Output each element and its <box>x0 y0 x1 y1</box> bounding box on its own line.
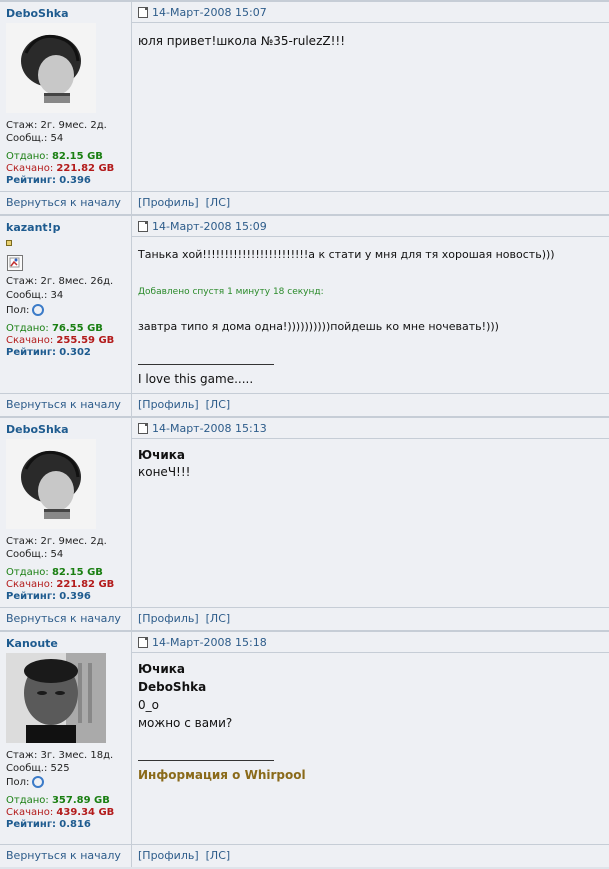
male-icon <box>32 776 45 788</box>
post-header: 14-Март-2008 15:09 <box>132 216 609 237</box>
post-header: 14-Март-2008 15:07 <box>132 2 609 23</box>
profile-links: [Профиль] [ЛС] <box>138 849 230 862</box>
uploaded: Отдано: 82.15 GB <box>6 567 103 578</box>
divider <box>131 608 132 630</box>
post-footer: Вернуться к началу [Профиль] [ЛС] <box>0 393 609 416</box>
back-to-top-link[interactable]: Вернуться к началу <box>6 398 121 411</box>
author-name[interactable]: DeboShka <box>6 7 69 20</box>
quoted-user: Ючика <box>138 662 185 676</box>
post-date[interactable]: 14-Март-2008 15:13 <box>152 422 267 435</box>
profile-links: [Профиль] [ЛС] <box>138 398 230 411</box>
back-to-top-link[interactable]: Вернуться к началу <box>6 849 121 862</box>
post: DeboShka Стаж: 2г. 9мес. 2д. Сообщ.: 54 … <box>0 0 609 214</box>
stazh: Стаж: 2г. 8мес. 26д. <box>6 276 114 287</box>
back-to-top-link[interactable]: Вернуться к началу <box>6 196 121 209</box>
profile-link[interactable]: [Профиль] <box>138 612 199 625</box>
profile-links: [Профиль] [ЛС] <box>138 196 230 209</box>
back-to-top-link[interactable]: Вернуться к началу <box>6 612 121 625</box>
divider <box>131 192 132 214</box>
avatar <box>6 439 96 529</box>
broken-image-icon <box>7 255 23 271</box>
post-icon[interactable] <box>138 221 148 232</box>
profile-links: [Профиль] [ЛС] <box>138 612 230 625</box>
signature-divider <box>138 364 274 365</box>
post-text: 0_о <box>138 698 159 712</box>
post-author-panel: DeboShka Стаж: 2г. 9мес. 2д. Сообщ.: 54 … <box>0 418 132 630</box>
divider <box>131 845 132 867</box>
stazh: Стаж: 3г. 3мес. 18д. <box>6 750 114 761</box>
post-footer: Вернуться к началу [Профиль] [ЛС] <box>0 191 609 214</box>
author-name[interactable]: DeboShka <box>6 423 69 436</box>
post-count: Сообщ.: 54 <box>6 133 64 144</box>
divider <box>131 394 132 416</box>
topic-posts: DeboShka Стаж: 2г. 9мес. 2д. Сообщ.: 54 … <box>0 0 609 867</box>
avatar <box>6 653 106 743</box>
quoted-user: Ючика <box>138 448 185 462</box>
post-header: 14-Март-2008 15:18 <box>132 632 609 653</box>
author-name[interactable]: Kanoute <box>6 637 58 650</box>
rating: Рейтинг: 0.816 <box>6 819 91 830</box>
post-text: завтра типо я дома одна!))))))))))пойдеш… <box>138 320 499 333</box>
signature-link[interactable]: Информация о Whirpool <box>138 768 306 782</box>
post-icon[interactable] <box>138 423 148 434</box>
post: DeboShka Стаж: 2г. 9мес. 2д. Сообщ.: 54 … <box>0 416 609 630</box>
post-body: 14-Март-2008 15:18 <box>132 632 609 867</box>
post-author-panel: DeboShka Стаж: 2г. 9мес. 2д. Сообщ.: 54 … <box>0 2 132 214</box>
post-text: можно с вами? <box>138 716 233 730</box>
uploaded: Отдано: 82.15 GB <box>6 151 103 162</box>
gender: Пол: <box>6 304 45 316</box>
uploaded: Отдано: 357.89 GB <box>6 795 110 806</box>
signature-divider <box>138 760 274 761</box>
downloaded: Скачано: 255.59 GB <box>6 335 115 346</box>
downloaded: Скачано: 439.34 GB <box>6 807 115 818</box>
pm-link[interactable]: [ЛС] <box>206 849 231 862</box>
gender: Пол: <box>6 776 45 788</box>
post: kazant!p Стаж: 2г. 8мес. 26д. Сообщ.: 34… <box>0 214 609 416</box>
post-date[interactable]: 14-Март-2008 15:09 <box>152 220 267 233</box>
profile-link[interactable]: [Профиль] <box>138 196 199 209</box>
uploaded: Отдано: 76.55 GB <box>6 323 103 334</box>
post-footer: Вернуться к началу [Профиль] [ЛС] <box>0 607 609 630</box>
profile-link[interactable]: [Профиль] <box>138 849 199 862</box>
post-count: Сообщ.: 54 <box>6 549 64 560</box>
author-name[interactable]: kazant!p <box>6 221 61 234</box>
quoted-user: DeboShka <box>138 680 207 694</box>
post: Kanoute Стаж: 3г. 3мес. 18д. Сообщ.: 525… <box>0 630 609 867</box>
pm-link[interactable]: [ЛС] <box>206 398 231 411</box>
profile-link[interactable]: [Профиль] <box>138 398 199 411</box>
post-text: Танька хой!!!!!!!!!!!!!!!!!!!!!!!!а к ст… <box>138 248 555 261</box>
post-text: юля привет!школа №35-rulezZ!!! <box>138 34 346 48</box>
post-author-panel: kazant!p Стаж: 2г. 8мес. 26д. Сообщ.: 34… <box>0 216 132 416</box>
rating: Рейтинг: 0.396 <box>6 175 91 186</box>
stazh: Стаж: 2г. 9мес. 2д. <box>6 120 107 131</box>
downloaded: Скачано: 221.82 GB <box>6 163 115 174</box>
pm-link[interactable]: [ЛС] <box>206 612 231 625</box>
rating: Рейтинг: 0.302 <box>6 347 91 358</box>
post-icon[interactable] <box>138 7 148 18</box>
post-body: 14-Март-2008 15:09 <box>132 216 609 416</box>
post-header: 14-Март-2008 15:13 <box>132 418 609 439</box>
post-text: конеЧ!!! <box>138 465 191 479</box>
post-author-panel: Kanoute Стаж: 3г. 3мес. 18д. Сообщ.: 525… <box>0 632 132 867</box>
post-count: Сообщ.: 34 <box>6 290 64 301</box>
signature: I love this game..... <box>138 372 254 386</box>
male-icon <box>32 304 45 316</box>
downloaded: Скачано: 221.82 GB <box>6 579 115 590</box>
post-date[interactable]: 14-Март-2008 15:18 <box>152 636 267 649</box>
added-later-note: Добавлено спустя 1 минуту 18 секунд: <box>138 287 324 297</box>
pm-link[interactable]: [ЛС] <box>206 196 231 209</box>
post-date[interactable]: 14-Март-2008 15:07 <box>152 6 267 19</box>
post-footer: Вернуться к началу [Профиль] [ЛС] <box>0 844 609 867</box>
rank-icon <box>6 240 12 246</box>
stazh: Стаж: 2г. 9мес. 2д. <box>6 536 107 547</box>
post-count: Сообщ.: 525 <box>6 763 70 774</box>
rating: Рейтинг: 0.396 <box>6 591 91 602</box>
post-icon[interactable] <box>138 637 148 648</box>
post-body: 14-Март-2008 15:13 <box>132 418 609 630</box>
avatar <box>6 23 96 113</box>
